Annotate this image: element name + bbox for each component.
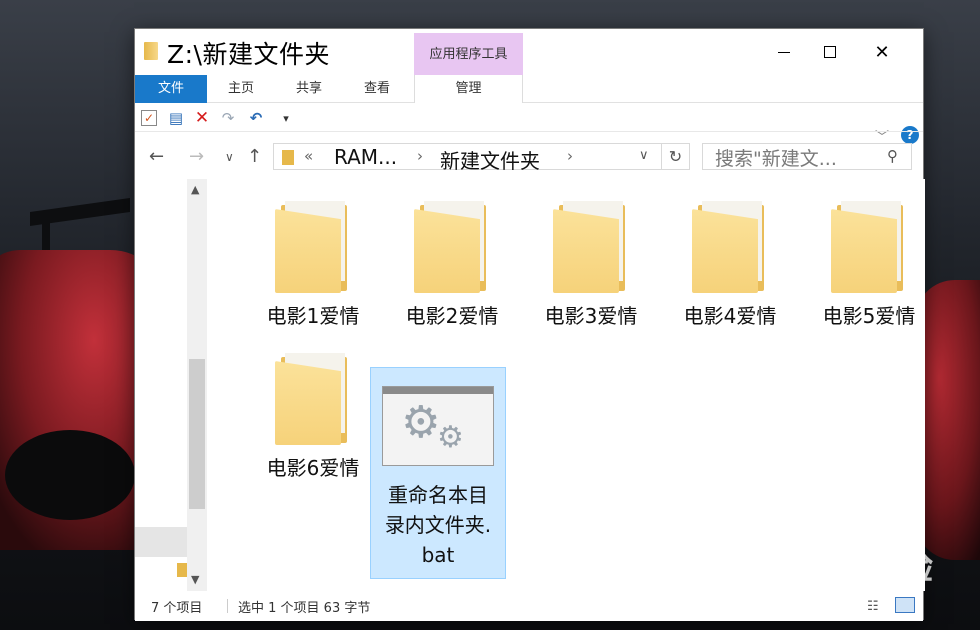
folder-item[interactable]: 电影6爱情 [245, 351, 381, 483]
folder-item[interactable]: 电影1爱情 [245, 199, 381, 331]
item-label: 电影6爱情 [266, 456, 360, 480]
minimize-icon [778, 51, 790, 53]
folder-icon [177, 563, 187, 577]
chevron-right-icon[interactable]: › [417, 147, 423, 165]
close-button[interactable]: ✕ [859, 29, 905, 75]
status-divider [227, 599, 228, 613]
watermark-logo: Baidu经验 [750, 548, 935, 588]
chevron-right-icon[interactable]: › [567, 147, 573, 165]
tab-file[interactable]: 文件 [135, 75, 207, 103]
breadcrumb-ram[interactable]: RAM... [334, 145, 397, 169]
car-tire [5, 430, 135, 520]
address-dropdown-icon[interactable]: ∨ [639, 148, 649, 163]
folder-icon [831, 199, 907, 295]
item-label: 电影2爱情 [405, 304, 499, 328]
folder-icon [414, 199, 490, 295]
folder-icon [282, 150, 294, 165]
address-bar[interactable]: « RAM... › 新建文件夹 › ∨ [273, 143, 662, 173]
close-icon: ✕ [874, 41, 890, 63]
folder-item[interactable]: 电影2爱情 [384, 199, 520, 331]
rename-icon[interactable]: ▤ [167, 109, 185, 127]
file-list-view: 电影1爱情 电影2爱情 电影3爱情 电影4爱情 电影5爱情 电影6爱情 ⚙ ⚙ … [207, 179, 925, 591]
folder-icon [275, 199, 351, 295]
window-title: Z:\新建文件夹 [167, 40, 330, 69]
item-label: 重命名本目 录内文件夹. bat [384, 483, 492, 567]
gear-icon: ⚙ [437, 420, 464, 455]
tab-manage[interactable]: 管理 [414, 75, 523, 103]
forward-arrow-icon[interactable]: → [189, 146, 204, 167]
folder-icon [275, 351, 351, 447]
selection-info: 选中 1 个项目 63 字节 [238, 601, 371, 616]
folder-icon [692, 199, 768, 295]
contextual-group-label: 应用程序工具 [429, 47, 508, 62]
search-placeholder: 搜索"新建文... [715, 148, 837, 170]
navigation-pane-scrollbar[interactable]: ▲ ▼ [187, 179, 207, 591]
item-count: 7 个项目 [151, 601, 203, 616]
folder-icon [553, 199, 629, 295]
tab-view[interactable]: 查看 [343, 75, 411, 103]
up-arrow-icon[interactable]: ↑ [247, 146, 262, 167]
checkbox-properties-icon[interactable]: ✓ [141, 110, 157, 126]
gear-icon: ⚙ [401, 397, 441, 448]
folder-icon [144, 42, 158, 60]
refresh-icon: ↻ [668, 147, 683, 166]
ribbon-tabs: 文件 主页 共享 查看 管理 ﹀ ? [135, 75, 923, 146]
maximize-button[interactable] [807, 29, 853, 75]
minimize-button[interactable] [761, 29, 807, 75]
details-view-icon[interactable]: ☷ [867, 599, 879, 614]
item-label: 电影1爱情 [266, 304, 360, 328]
customize-toolbar-dropdown[interactable]: ▾ [277, 110, 295, 128]
tab-share[interactable]: 共享 [275, 75, 343, 103]
recent-dropdown-icon[interactable]: ∨ [225, 150, 234, 164]
folder-item[interactable]: 电影3爱情 [523, 199, 659, 331]
folder-item[interactable]: 电影5爱情 [801, 199, 937, 331]
redo-icon[interactable]: ↷ [219, 109, 237, 127]
undo-icon[interactable]: ↶ [247, 109, 265, 127]
large-icons-view-icon[interactable] [895, 597, 915, 613]
address-overflow[interactable]: « [304, 147, 313, 165]
search-icon[interactable]: ⚲ [887, 147, 898, 165]
scrollbar-thumb[interactable] [189, 359, 205, 509]
bat-file-item[interactable]: ⚙ ⚙ 重命名本目 录内文件夹. bat [370, 367, 506, 579]
scroll-up-icon[interactable]: ▲ [191, 183, 199, 196]
item-label: 电影5爱情 [822, 304, 916, 328]
scroll-down-icon[interactable]: ▼ [191, 573, 199, 586]
back-arrow-icon[interactable]: ← [149, 146, 164, 167]
search-box[interactable]: 搜索"新建文... ⚲ [702, 143, 912, 170]
batch-file-gear-icon: ⚙ ⚙ [382, 386, 494, 466]
tab-home[interactable]: 主页 [207, 75, 275, 103]
quick-access-toolbar: ✓ ▤ ✕ ↷ ↶ ▾ [135, 104, 923, 132]
maximize-icon [824, 46, 836, 58]
item-label: 电影4爱情 [683, 304, 777, 328]
title-bar[interactable]: Z:\新建文件夹 应用程序工具 ✕ [135, 29, 923, 75]
breadcrumb-current-folder[interactable]: 新建文件夹 [440, 145, 540, 174]
folder-item[interactable]: 电影4爱情 [662, 199, 798, 331]
item-label: 电影3爱情 [544, 304, 638, 328]
navigation-pane[interactable] [135, 179, 187, 591]
watermark: Baidu经验 jingyan.baidu.com [750, 540, 934, 598]
file-explorer-window: Z:\新建文件夹 应用程序工具 ✕ 文件 主页 共享 查看 管理 ﹀ ? ✓ ▤… [134, 28, 925, 621]
navigation-bar: ← → ∨ ↑ « RAM... › 新建文件夹 › ∨ ↻ 搜索"新建文...… [135, 133, 923, 179]
refresh-button[interactable]: ↻ [662, 143, 690, 170]
delete-icon[interactable]: ✕ [193, 109, 211, 127]
nav-pane-selected-item[interactable] [135, 527, 187, 557]
